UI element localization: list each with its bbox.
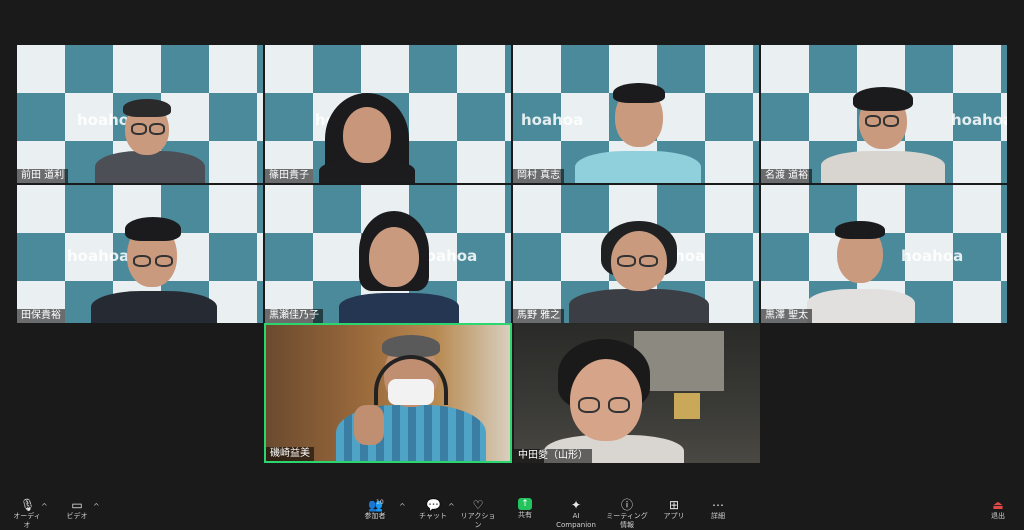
chat-icon: 💬 <box>426 498 441 512</box>
participant-name: 岡村 真志 <box>513 169 565 183</box>
leave-button[interactable]: ⏏ 退出 <box>986 498 1010 521</box>
share-button[interactable]: ↑ 共有 <box>512 498 538 520</box>
meeting-info-button[interactable]: ⓘ ミーティング情報 <box>604 498 650 530</box>
info-icon: ⓘ <box>620 498 633 512</box>
chat-options-chevron-icon[interactable]: ^ <box>448 502 455 511</box>
more-dots-icon: ⋯ <box>712 498 724 512</box>
heart-icon: ♡ <box>472 498 484 512</box>
video-options-chevron-icon[interactable]: ^ <box>93 502 100 511</box>
participant-tile[interactable]: hoahoa 馬野 雅之 <box>513 185 759 323</box>
microphone-icon: 🎙 <box>20 498 36 512</box>
more-button[interactable]: ⋯ 詳細 <box>706 498 730 521</box>
participant-name: 中田愛（山形） <box>514 449 592 463</box>
sparkle-icon: ✦ <box>570 498 582 512</box>
reactions-button[interactable]: ♡ リアクション <box>460 498 496 530</box>
participant-name: 前田 道利 <box>17 169 69 183</box>
participant-tile[interactable]: hoahoa 名渡 道裕 <box>761 45 1007 183</box>
ai-companion-button[interactable]: ✦ AI Companion <box>552 498 600 530</box>
participant-name: 田保貴裕 <box>17 309 65 323</box>
participant-tile[interactable]: hoahoa 黒瀬佳乃子 <box>265 185 511 323</box>
participant-name: 馬野 雅之 <box>513 309 565 323</box>
participant-name: 磯崎益美 <box>266 447 314 461</box>
apps-button[interactable]: ⊞ アプリ <box>662 498 686 521</box>
video-button[interactable]: ▭ ビデオ <box>63 498 91 521</box>
chat-button[interactable]: 💬 チャット <box>418 498 448 521</box>
participant-tile[interactable]: hoahoa 黒澤 聖太 <box>761 185 1007 323</box>
participant-name: 篠田貴子 <box>265 169 313 183</box>
participant-tile[interactable]: hoahoa 前田 道利 <box>17 45 263 183</box>
participants-options-chevron-icon[interactable]: ^ <box>399 502 406 511</box>
video-camera-icon: ▭ <box>71 498 83 512</box>
audio-options-chevron-icon[interactable]: ^ <box>41 502 48 511</box>
participant-name: 黒瀬佳乃子 <box>265 309 323 323</box>
participants-count: 10 <box>376 499 384 506</box>
participant-video-tile[interactable]: 中田愛（山形） <box>514 323 760 463</box>
participant-tile[interactable]: hoahoa 篠田貴子 <box>265 45 511 183</box>
participant-video-tile[interactable]: 磯崎益美 <box>264 323 512 463</box>
participant-name: 黒澤 聖太 <box>761 309 813 323</box>
apps-icon: ⊞ <box>668 498 680 512</box>
background-box <box>674 393 700 419</box>
video-stage: hoahoa 前田 道利 hoahoa 篠田貴子 hoahoa 岡村 真志 ho… <box>0 0 1024 496</box>
leave-person-icon: ⏏ <box>992 498 1004 512</box>
share-arrow-icon: ↑ <box>518 498 532 510</box>
participant-tile[interactable]: hoahoa 田保貴裕 <box>17 185 263 323</box>
meeting-toolbar: 🎙 オーディオ ^ ▭ ビデオ ^ 👥 10 参加者 ^ 💬 チャット ^ ♡ … <box>0 496 1024 530</box>
participant-tile[interactable]: hoahoa 岡村 真志 <box>513 45 759 183</box>
audio-button[interactable]: 🎙 オーディオ <box>12 498 42 530</box>
participant-name: 名渡 道裕 <box>761 169 813 183</box>
participants-button[interactable]: 👥 10 参加者 <box>360 498 390 521</box>
